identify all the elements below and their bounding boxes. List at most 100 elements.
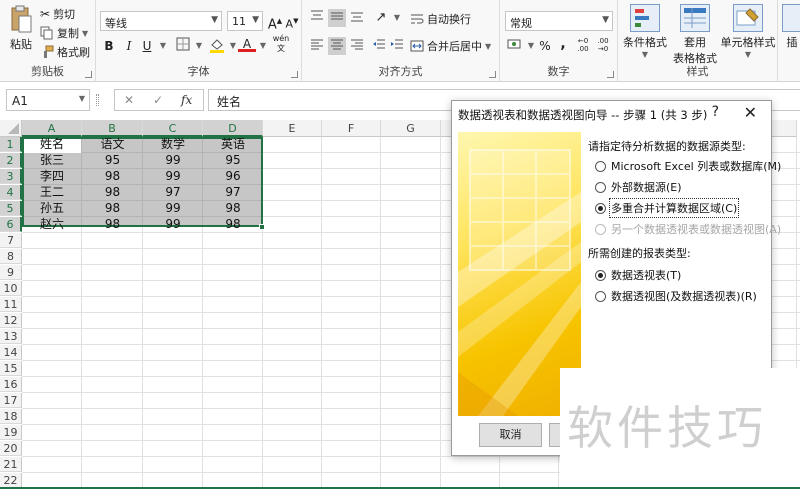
percent-button[interactable]: % (536, 37, 554, 55)
row-header-2[interactable]: 2 (0, 153, 22, 168)
confirm-edit-icon[interactable]: ✓ (153, 93, 163, 107)
number-launcher-icon[interactable] (607, 71, 614, 78)
data-cell[interactable]: 97 (203, 185, 263, 200)
column-header-f[interactable]: F (322, 120, 381, 137)
row-header-19[interactable]: 19 (0, 425, 22, 440)
row-header-5[interactable]: 5 (0, 201, 22, 216)
insert-cells-button[interactable]: 插 (782, 4, 800, 50)
decrease-font-icon[interactable]: A▼ (283, 12, 301, 31)
column-header-d[interactable]: D (203, 120, 263, 137)
paste-button[interactable]: 粘贴 (4, 4, 38, 52)
report-option-pivot-chart[interactable]: 数据透视图(及数据透视表)(R) (595, 288, 757, 304)
column-header-b[interactable]: B (82, 120, 143, 137)
cut-button[interactable]: ✂ 剪切 (40, 6, 75, 22)
row-header-16[interactable]: 16 (0, 377, 22, 392)
font-size-dropdown[interactable]: 11 ▼ (227, 11, 263, 31)
radio-excel[interactable] (595, 160, 606, 172)
select-all-corner[interactable] (0, 120, 22, 137)
row-header-11[interactable]: 11 (0, 297, 22, 312)
radio-external[interactable] (595, 181, 606, 193)
align-left-icon[interactable] (308, 37, 326, 55)
chevron-down-icon[interactable]: ▼ (190, 37, 208, 55)
row-header-8[interactable]: 8 (0, 249, 22, 264)
row-header-15[interactable]: 15 (0, 361, 22, 376)
cell-styles-button[interactable]: 单元格样式 ▼ (720, 4, 776, 59)
align-right-icon[interactable] (348, 37, 366, 55)
column-header-c[interactable]: C (143, 120, 203, 137)
data-cell[interactable]: 98 (203, 201, 263, 216)
header-cell[interactable]: 数学 (143, 137, 203, 152)
column-header-e[interactable]: E (263, 120, 322, 137)
data-cell[interactable]: 98 (82, 201, 143, 216)
alignment-launcher-icon[interactable] (489, 71, 496, 78)
column-header-g[interactable]: G (381, 120, 441, 137)
bold-button[interactable]: B (100, 37, 118, 55)
data-cell[interactable]: 96 (203, 169, 263, 184)
insert-function-icon[interactable]: fx (181, 93, 192, 107)
header-cell[interactable]: 语文 (82, 137, 143, 152)
row-header-18[interactable]: 18 (0, 409, 22, 424)
data-cell[interactable]: 98 (82, 169, 143, 184)
wrap-text-button[interactable]: 自动换行 (410, 11, 471, 27)
row-header-6[interactable]: 6 (0, 217, 22, 232)
increase-font-icon[interactable]: A▲ (266, 12, 284, 32)
decrease-decimal-icon[interactable]: .00 →0 (594, 37, 612, 55)
row-header-20[interactable]: 20 (0, 441, 22, 456)
source-option-external[interactable]: 外部数据源(E) (595, 179, 682, 195)
help-icon[interactable]: ? (712, 104, 719, 120)
row-header-13[interactable]: 13 (0, 329, 22, 344)
data-cell[interactable]: 99 (143, 169, 203, 184)
increase-indent-icon[interactable] (388, 37, 406, 55)
row-header-4[interactable]: 4 (0, 185, 22, 200)
name-box[interactable]: A1 ▼ (6, 89, 90, 111)
radio-pivot-table[interactable] (595, 269, 606, 281)
data-cell[interactable]: 孙五 (22, 201, 82, 216)
copy-button[interactable]: 复制 ▼ (40, 25, 88, 41)
font-launcher-icon[interactable] (291, 71, 298, 78)
row-header-10[interactable]: 10 (0, 281, 22, 296)
data-cell[interactable]: 98 (82, 217, 143, 232)
close-icon[interactable]: ✕ (744, 103, 757, 122)
data-cell[interactable]: 99 (143, 201, 203, 216)
row-header-22[interactable]: 22 (0, 473, 22, 488)
format-painter-button[interactable]: 格式刷 (40, 44, 90, 60)
clipboard-launcher-icon[interactable] (85, 71, 92, 78)
align-bottom-icon[interactable] (348, 9, 366, 27)
chevron-down-icon[interactable]: ▼ (154, 37, 172, 55)
row-header-17[interactable]: 17 (0, 393, 22, 408)
row-header-9[interactable]: 9 (0, 265, 22, 280)
merge-center-button[interactable]: 合并后居中 ▼ (410, 38, 491, 54)
data-cell[interactable]: 赵六 (22, 217, 82, 232)
comma-style-button[interactable]: , (554, 35, 572, 53)
chevron-down-icon[interactable]: ▼ (388, 9, 406, 27)
data-cell[interactable]: 99 (143, 217, 203, 232)
radio-consolidation[interactable] (595, 202, 606, 214)
header-cell[interactable]: 英语 (203, 137, 263, 152)
data-cell[interactable]: 王二 (22, 185, 82, 200)
row-header-7[interactable]: 7 (0, 233, 22, 248)
data-cell[interactable]: 李四 (22, 169, 82, 184)
column-header-a[interactable]: A (22, 120, 82, 137)
data-cell[interactable]: 98 (82, 185, 143, 200)
align-middle-icon[interactable] (328, 9, 346, 27)
header-cell[interactable]: 姓名 (22, 137, 82, 152)
report-option-pivot-table[interactable]: 数据透视表(T) (595, 267, 681, 283)
row-header-3[interactable]: 3 (0, 169, 22, 184)
row-header-1[interactable]: 1 (0, 137, 22, 152)
cancel-button[interactable]: 取消 (479, 423, 542, 447)
row-header-12[interactable]: 12 (0, 313, 22, 328)
data-cell[interactable]: 95 (203, 153, 263, 168)
source-option-excel[interactable]: Microsoft Excel 列表或数据库(M) (595, 158, 781, 174)
align-top-icon[interactable] (308, 9, 326, 27)
splitter-handle[interactable] (96, 94, 99, 106)
conditional-format-button[interactable]: 条件格式 ▼ (620, 4, 670, 59)
data-cell[interactable]: 95 (82, 153, 143, 168)
radio-pivot-chart[interactable] (595, 290, 606, 302)
number-format-dropdown[interactable]: 常规 ▼ (505, 11, 613, 31)
increase-decimal-icon[interactable]: ←0.00 (574, 37, 592, 55)
data-cell[interactable]: 98 (203, 217, 263, 232)
font-name-dropdown[interactable]: 等线 ▼ (100, 11, 222, 31)
chevron-down-icon[interactable]: ▼ (254, 37, 272, 55)
italic-button[interactable]: I (120, 37, 138, 55)
row-header-14[interactable]: 14 (0, 345, 22, 360)
